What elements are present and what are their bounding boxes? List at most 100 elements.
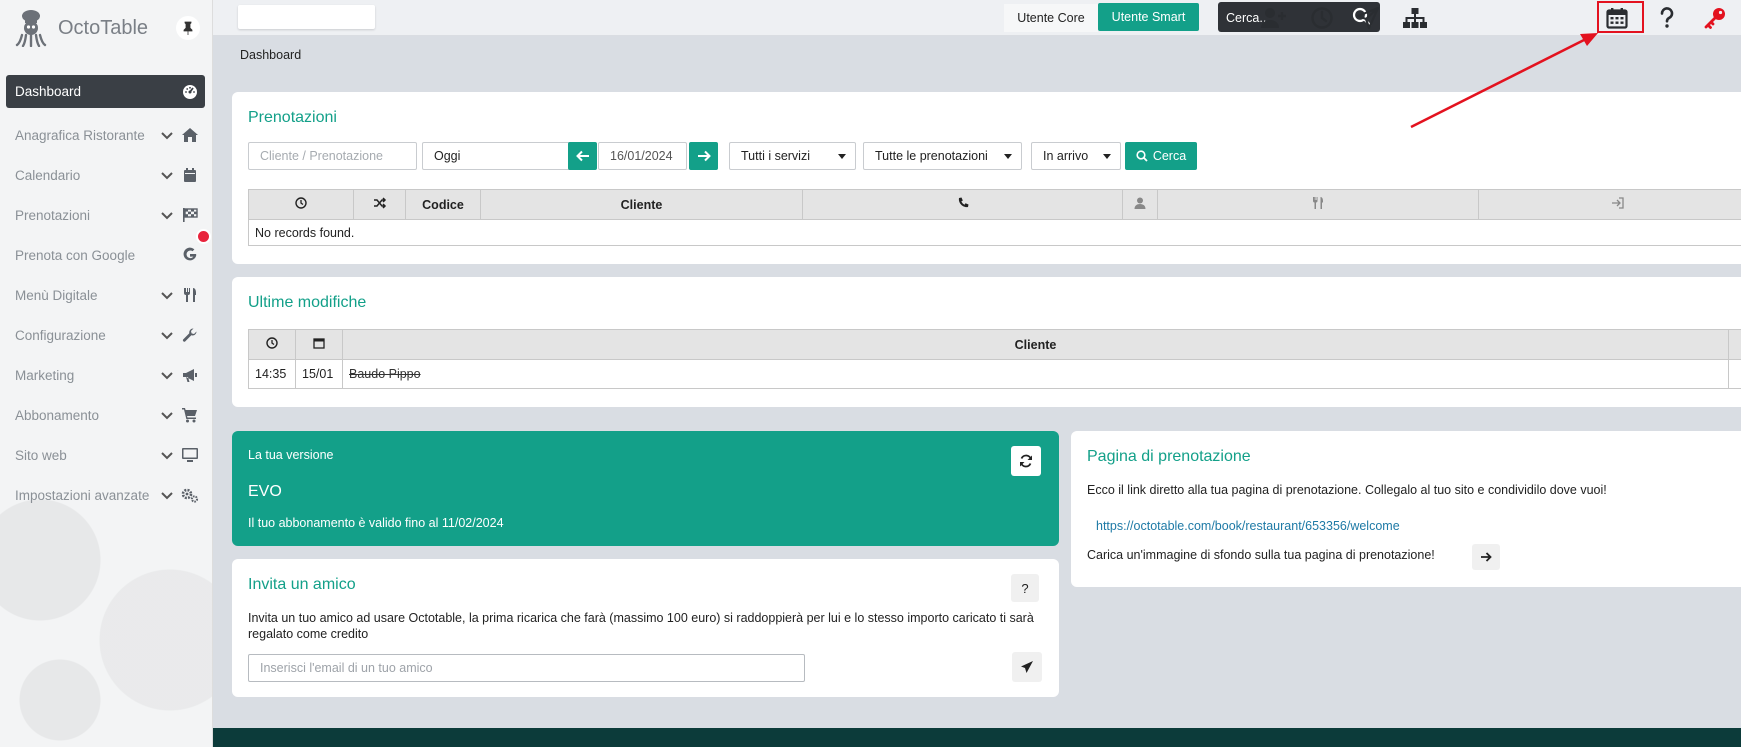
upload-background-text: Carica un'immagine di sfondo sulla tua p… (1087, 548, 1435, 562)
cliente-prenotazione-input[interactable]: Cliente / Prenotazione (248, 142, 417, 170)
tipo-value: Tutte le prenotazioni (875, 149, 988, 163)
sidebar-item-configurazione[interactable]: Configurazione (6, 315, 205, 355)
structure-button[interactable] (1400, 3, 1430, 33)
chevron-down-icon (161, 492, 173, 500)
pin-icon (183, 21, 193, 35)
arrow-right-icon (697, 150, 711, 162)
row-time: 14:35 (248, 359, 296, 389)
cliente-column-header[interactable]: Cliente (342, 329, 1729, 360)
booking-page-link[interactable]: https://octotable.com/book/restaurant/65… (1096, 519, 1400, 533)
account-button[interactable] (1700, 3, 1730, 33)
chevron-down-icon (161, 452, 173, 460)
sidebar-item-label: Prenotazioni (15, 207, 91, 223)
dashboard-gauge-icon (181, 83, 199, 101)
time-column-header[interactable] (248, 329, 296, 360)
sidebar-item-prenotazioni[interactable]: Prenotazioni (6, 195, 205, 235)
utensils-icon (181, 286, 199, 304)
send-invite-button[interactable] (1012, 652, 1042, 682)
utente-core-button[interactable]: Utente Core (1004, 4, 1098, 32)
arrow-right-icon (1481, 552, 1492, 562)
servizi-select[interactable]: Tutti i servizi (729, 142, 856, 170)
chevron-down-icon (161, 172, 173, 180)
ultime-modifiche-title: Ultime modifiche (248, 294, 367, 311)
phone-column-header[interactable] (802, 189, 1123, 220)
breadcrumb: Dashboard (240, 48, 302, 62)
app-name: OctoTable (58, 16, 149, 39)
pin-sidebar-button[interactable] (176, 16, 200, 40)
sidebar-item-label: Abbonamento (15, 407, 100, 423)
prenotazioni-title: Prenotazioni (248, 109, 337, 126)
time-column-header[interactable] (248, 189, 354, 220)
refresh-button[interactable] (1011, 446, 1041, 476)
send-button[interactable] (1353, 3, 1383, 33)
history-button[interactable] (1307, 3, 1337, 33)
search-icon (1136, 150, 1148, 162)
sidebar-item-sito-web[interactable]: Sito web (6, 435, 205, 475)
row-date: 15/01 (295, 359, 343, 389)
versione-panel: La tua versione EVO Il tuo abbonamento è… (232, 431, 1059, 546)
add-user-button[interactable] (1259, 3, 1289, 33)
sidebar-item-prenota-google[interactable]: Prenota con Google (6, 235, 205, 275)
home-icon (181, 126, 199, 144)
sidebar-item-anagrafica[interactable]: Anagrafica Ristorante (6, 115, 205, 155)
help-button[interactable] (1652, 3, 1682, 33)
table-header-row: Cliente (248, 329, 1741, 360)
row-cliente[interactable]: Baudo Pippo (342, 359, 1729, 389)
gears-icon (181, 486, 199, 504)
sidebar-item-abbonamento[interactable]: Abbonamento (6, 395, 205, 435)
sidebar-nav: Dashboard Anagrafica Ristorante Calendar… (6, 75, 205, 515)
invita-text: Invita un tuo amico ad usare Octotable, … (248, 611, 1034, 641)
period-value: Oggi (434, 149, 461, 163)
covers-column-header[interactable] (1122, 189, 1158, 220)
cerca-button[interactable]: Cerca (1125, 142, 1197, 170)
chevron-down-icon (161, 372, 173, 380)
google-icon (181, 246, 199, 264)
shuffle-column-header[interactable] (353, 189, 406, 220)
sidebar-item-marketing[interactable]: Marketing (6, 355, 205, 395)
invita-help-button[interactable]: ? (1011, 574, 1039, 602)
paper-plane-icon (1356, 6, 1380, 30)
key-icon (1704, 8, 1725, 29)
clock-icon (266, 337, 278, 349)
chevron-down-icon (161, 332, 173, 340)
previous-date-button[interactable] (568, 142, 597, 170)
pagina-prenotazione-panel: Pagina di prenotazione Ecco il link dire… (1071, 431, 1741, 587)
sidebar-item-calendario[interactable]: Calendario (6, 155, 205, 195)
sign-in-icon (1612, 197, 1624, 209)
sidebar-item-label: Marketing (15, 367, 75, 383)
restaurant-selector[interactable] (238, 5, 375, 29)
utente-smart-button[interactable]: Utente Smart (1098, 3, 1199, 31)
codice-column-header[interactable]: Codice (405, 189, 481, 220)
cliente-column-header[interactable]: Cliente (480, 189, 803, 220)
sidebar-item-impostazioni-avanzate[interactable]: Impostazioni avanzate (6, 475, 205, 515)
checkered-flag-icon (181, 206, 199, 224)
stato-select[interactable]: In arrivo (1031, 142, 1121, 170)
ultime-modifiche-table: Cliente 14:35 15/01 Baudo Pippo (248, 329, 1741, 389)
sidebar-item-dashboard[interactable]: Dashboard (6, 75, 205, 108)
sidebar-item-label: Prenota con Google (15, 247, 136, 263)
add-user-icon (1261, 8, 1286, 28)
annotation-highlight-box (1597, 1, 1644, 33)
date-input[interactable]: 16/01/2024 (598, 142, 687, 170)
table-column-header[interactable] (1157, 189, 1479, 220)
chevron-down-icon (161, 132, 173, 140)
sidebar-item-menu-digitale[interactable]: Menù Digitale (6, 275, 205, 315)
arrow-left-icon (575, 150, 589, 162)
clock-icon (295, 197, 307, 209)
next-date-button[interactable] (689, 142, 718, 170)
chevron-down-icon (161, 412, 173, 420)
notification-dot (196, 229, 211, 244)
question-icon (1660, 7, 1674, 28)
versione-label: La tua versione (248, 448, 334, 462)
date-column-header[interactable] (295, 329, 343, 360)
megaphone-icon (181, 366, 199, 384)
sidebar: OctoTable Dashboard Anagrafica Ristorant… (0, 0, 213, 747)
brand[interactable]: OctoTable (14, 8, 148, 48)
arrival-column-header[interactable] (1478, 189, 1741, 220)
tipo-prenotazioni-select[interactable]: Tutte le prenotazioni (863, 142, 1022, 170)
friend-email-input[interactable] (248, 654, 805, 682)
chevron-down-icon (161, 292, 173, 300)
table-row[interactable]: 14:35 15/01 Baudo Pippo (248, 359, 1741, 389)
table-header-row: Codice Cliente (248, 189, 1741, 220)
upload-background-button[interactable] (1472, 544, 1500, 570)
